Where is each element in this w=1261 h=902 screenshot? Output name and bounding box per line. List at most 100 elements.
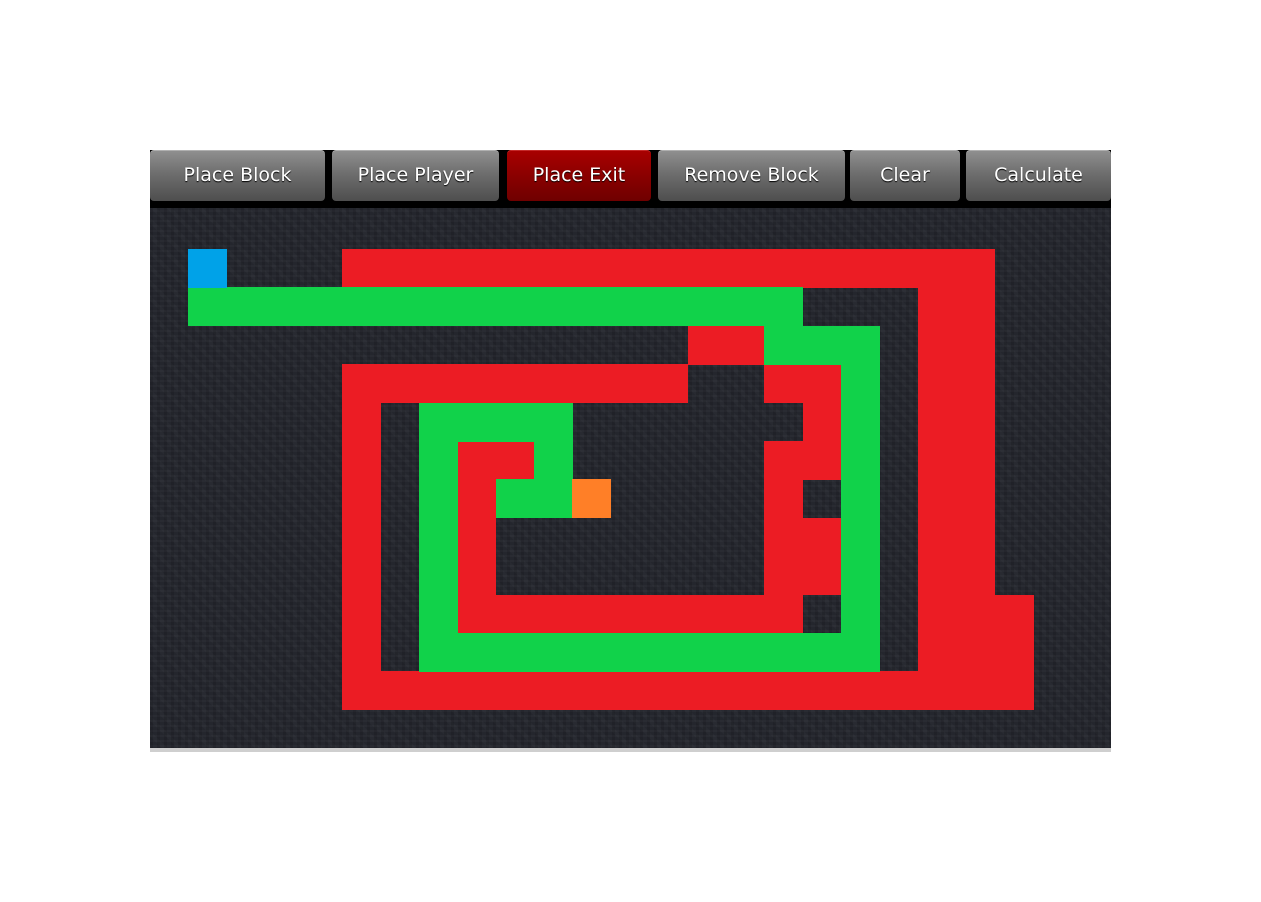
block-cell[interactable] xyxy=(956,326,995,365)
path-cell[interactable] xyxy=(380,287,419,326)
block-cell[interactable] xyxy=(496,671,535,710)
block-cell[interactable] xyxy=(726,671,765,710)
remove-block-button[interactable]: Remove Block xyxy=(658,150,845,201)
path-cell[interactable] xyxy=(841,403,880,442)
exit-cell[interactable] xyxy=(572,479,611,518)
block-cell[interactable] xyxy=(572,671,611,710)
path-cell[interactable] xyxy=(841,326,880,365)
path-cell[interactable] xyxy=(649,633,688,672)
path-cell[interactable] xyxy=(726,633,765,672)
block-cell[interactable] xyxy=(342,633,381,672)
block-cell[interactable] xyxy=(457,479,496,518)
block-cell[interactable] xyxy=(496,249,535,288)
place-exit-button[interactable]: Place Exit xyxy=(507,150,651,201)
block-cell[interactable] xyxy=(764,518,803,557)
block-cell[interactable] xyxy=(880,249,919,288)
block-cell[interactable] xyxy=(764,595,803,634)
block-cell[interactable] xyxy=(880,671,919,710)
path-cell[interactable] xyxy=(534,287,573,326)
block-cell[interactable] xyxy=(995,595,1034,634)
path-cell[interactable] xyxy=(496,479,535,518)
path-cell[interactable] xyxy=(419,403,458,442)
path-cell[interactable] xyxy=(227,287,266,326)
path-cell[interactable] xyxy=(265,287,304,326)
path-cell[interactable] xyxy=(457,633,496,672)
block-cell[interactable] xyxy=(342,441,381,480)
path-cell[interactable] xyxy=(841,364,880,403)
block-cell[interactable] xyxy=(534,595,573,634)
path-cell[interactable] xyxy=(611,633,650,672)
block-cell[interactable] xyxy=(611,364,650,403)
calculate-button[interactable]: Calculate xyxy=(966,150,1111,201)
path-cell[interactable] xyxy=(304,287,343,326)
block-cell[interactable] xyxy=(726,249,765,288)
block-cell[interactable] xyxy=(380,364,419,403)
block-cell[interactable] xyxy=(956,249,995,288)
block-cell[interactable] xyxy=(457,518,496,557)
block-cell[interactable] xyxy=(726,326,765,365)
block-cell[interactable] xyxy=(649,364,688,403)
block-cell[interactable] xyxy=(918,441,957,480)
block-cell[interactable] xyxy=(419,249,458,288)
path-cell[interactable] xyxy=(188,287,227,326)
block-cell[interactable] xyxy=(457,671,496,710)
maze-grid[interactable] xyxy=(150,208,1111,752)
path-cell[interactable] xyxy=(534,403,573,442)
path-cell[interactable] xyxy=(534,479,573,518)
block-cell[interactable] xyxy=(918,633,957,672)
block-cell[interactable] xyxy=(342,249,381,288)
block-cell[interactable] xyxy=(649,671,688,710)
path-cell[interactable] xyxy=(419,518,458,557)
path-cell[interactable] xyxy=(764,287,803,326)
block-cell[interactable] xyxy=(956,633,995,672)
block-cell[interactable] xyxy=(380,671,419,710)
path-cell[interactable] xyxy=(572,633,611,672)
block-cell[interactable] xyxy=(534,249,573,288)
path-cell[interactable] xyxy=(841,479,880,518)
block-cell[interactable] xyxy=(611,595,650,634)
block-cell[interactable] xyxy=(918,479,957,518)
path-cell[interactable] xyxy=(803,326,842,365)
block-cell[interactable] xyxy=(918,556,957,595)
path-cell[interactable] xyxy=(841,595,880,634)
block-cell[interactable] xyxy=(803,364,842,403)
block-cell[interactable] xyxy=(764,671,803,710)
block-cell[interactable] xyxy=(342,403,381,442)
path-cell[interactable] xyxy=(611,287,650,326)
block-cell[interactable] xyxy=(688,595,727,634)
block-cell[interactable] xyxy=(457,249,496,288)
block-cell[interactable] xyxy=(726,595,765,634)
path-cell[interactable] xyxy=(841,441,880,480)
path-cell[interactable] xyxy=(419,441,458,480)
block-cell[interactable] xyxy=(572,595,611,634)
block-cell[interactable] xyxy=(419,671,458,710)
place-block-button[interactable]: Place Block xyxy=(150,150,325,201)
block-cell[interactable] xyxy=(688,671,727,710)
block-cell[interactable] xyxy=(342,479,381,518)
path-cell[interactable] xyxy=(841,518,880,557)
block-cell[interactable] xyxy=(956,479,995,518)
block-cell[interactable] xyxy=(956,287,995,326)
block-cell[interactable] xyxy=(611,671,650,710)
block-cell[interactable] xyxy=(688,249,727,288)
block-cell[interactable] xyxy=(496,441,535,480)
block-cell[interactable] xyxy=(995,671,1034,710)
path-cell[interactable] xyxy=(419,556,458,595)
block-cell[interactable] xyxy=(956,518,995,557)
block-cell[interactable] xyxy=(956,403,995,442)
block-cell[interactable] xyxy=(841,249,880,288)
place-player-button[interactable]: Place Player xyxy=(332,150,499,201)
block-cell[interactable] xyxy=(534,671,573,710)
block-cell[interactable] xyxy=(764,364,803,403)
block-cell[interactable] xyxy=(342,595,381,634)
block-cell[interactable] xyxy=(956,595,995,634)
block-cell[interactable] xyxy=(918,518,957,557)
block-cell[interactable] xyxy=(457,595,496,634)
block-cell[interactable] xyxy=(534,364,573,403)
path-cell[interactable] xyxy=(496,633,535,672)
block-cell[interactable] xyxy=(918,249,957,288)
path-cell[interactable] xyxy=(457,287,496,326)
clear-button[interactable]: Clear xyxy=(850,150,960,201)
block-cell[interactable] xyxy=(918,671,957,710)
block-cell[interactable] xyxy=(649,595,688,634)
